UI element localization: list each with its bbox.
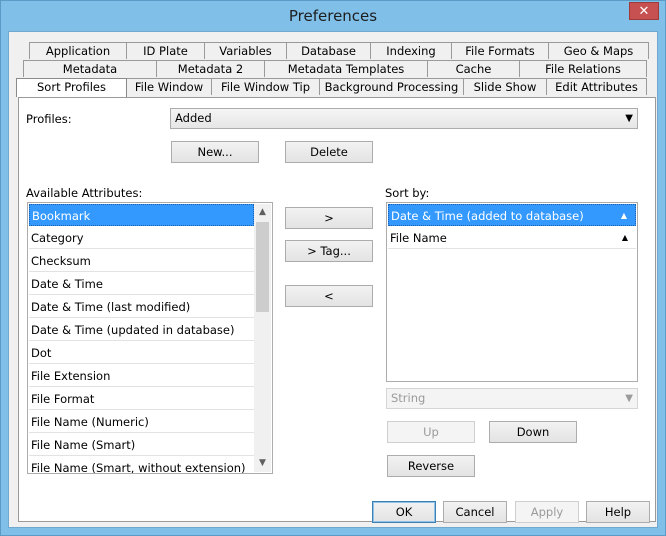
sort-type-value: String (391, 391, 426, 405)
help-button[interactable]: Help (586, 501, 650, 523)
preferences-window: Preferences ✕ Application ID Plate Varia… (0, 0, 666, 536)
tab-metadata-2[interactable]: Metadata 2 (156, 60, 265, 77)
move-up-button[interactable]: Up (387, 421, 475, 443)
sort-by-label: Sort by: (385, 186, 430, 200)
ok-button[interactable]: OK (372, 501, 436, 523)
tab-database[interactable]: Database (286, 42, 371, 59)
sort-by-item[interactable]: Date & Time (added to database) ▲ (388, 204, 636, 226)
list-item[interactable]: File Name (Smart, without extension) (29, 457, 254, 473)
tab-sort-profiles[interactable]: Sort Profiles (16, 78, 127, 97)
chevron-down-icon: ▼ (625, 113, 633, 124)
move-down-button[interactable]: Down (489, 421, 577, 443)
profiles-label: Profiles: (26, 112, 72, 126)
tab-file-window-tip[interactable]: File Window Tip (211, 78, 320, 95)
delete-profile-button[interactable]: Delete (285, 141, 373, 163)
tab-indexing[interactable]: Indexing (370, 42, 452, 59)
tab-metadata-templates[interactable]: Metadata Templates (264, 60, 428, 77)
dialog-client-area: Application ID Plate Variables Database … (8, 31, 658, 528)
list-item[interactable]: Date & Time (updated in database) (29, 319, 254, 341)
available-list-scrollbar[interactable]: ▲ ▼ (254, 204, 271, 472)
sort-by-item[interactable]: File Name ▲ (388, 227, 636, 249)
list-item[interactable]: Date & Time (last modified) (29, 296, 254, 318)
sort-ascending-icon[interactable]: ▲ (622, 227, 628, 249)
list-item[interactable]: Category (29, 227, 254, 249)
scroll-up-icon[interactable]: ▲ (254, 204, 271, 221)
apply-button[interactable]: Apply (515, 501, 579, 523)
list-item[interactable]: File Format (29, 388, 254, 410)
sort-profiles-panel: Profiles: Added ▼ New... Delete Availabl… (18, 97, 656, 522)
tab-cache[interactable]: Cache (427, 60, 520, 77)
tab-edit-attributes[interactable]: Edit Attributes (546, 78, 647, 95)
list-item[interactable]: File Extension (29, 365, 254, 387)
window-title: Preferences (288, 7, 378, 25)
list-item[interactable]: Checksum (29, 250, 254, 272)
tab-metadata[interactable]: Metadata (23, 60, 157, 77)
tab-id-plate[interactable]: ID Plate (126, 42, 205, 59)
chevron-down-icon: ▼ (625, 393, 633, 404)
tab-file-window[interactable]: File Window (126, 78, 212, 95)
available-attributes-label: Available Attributes: (26, 186, 143, 200)
scroll-down-icon[interactable]: ▼ (254, 455, 271, 472)
list-item[interactable]: Date & Time (29, 273, 254, 295)
remove-attribute-button[interactable]: < (285, 285, 373, 307)
tab-geo-maps[interactable]: Geo & Maps (548, 42, 649, 59)
tab-slide-show[interactable]: Slide Show (463, 78, 547, 95)
tab-variables[interactable]: Variables (204, 42, 287, 59)
available-attributes-list[interactable]: Bookmark Category Checksum Date & Time D… (27, 202, 273, 474)
scroll-thumb[interactable] (256, 222, 269, 312)
list-item[interactable]: File Name (Numeric) (29, 411, 254, 433)
sort-type-dropdown[interactable]: String ▼ (386, 388, 638, 409)
title-bar[interactable]: Preferences ✕ (1, 1, 665, 31)
sort-by-item-label: Date & Time (added to database) (391, 209, 584, 223)
list-item[interactable]: Dot (29, 342, 254, 364)
sort-by-item-label: File Name (390, 231, 447, 245)
tab-application[interactable]: Application (29, 42, 127, 59)
add-tag-button[interactable]: > Tag... (285, 240, 373, 262)
list-item[interactable]: File Name (Smart) (29, 434, 254, 456)
sort-by-list[interactable]: Date & Time (added to database) ▲ File N… (386, 202, 638, 382)
sort-ascending-icon[interactable]: ▲ (621, 205, 627, 227)
new-profile-button[interactable]: New... (171, 141, 259, 163)
profiles-dropdown[interactable]: Added ▼ (170, 108, 638, 129)
close-button[interactable]: ✕ (629, 2, 659, 20)
cancel-button[interactable]: Cancel (443, 501, 507, 523)
tab-file-relations[interactable]: File Relations (519, 60, 647, 77)
tab-background-processing[interactable]: Background Processing (319, 78, 464, 95)
tab-file-formats[interactable]: File Formats (451, 42, 549, 59)
add-attribute-button[interactable]: > (285, 207, 373, 229)
list-item[interactable]: Bookmark (29, 204, 254, 226)
reverse-button[interactable]: Reverse (387, 455, 475, 477)
profiles-selected-value: Added (175, 111, 212, 125)
close-icon: ✕ (638, 4, 650, 19)
